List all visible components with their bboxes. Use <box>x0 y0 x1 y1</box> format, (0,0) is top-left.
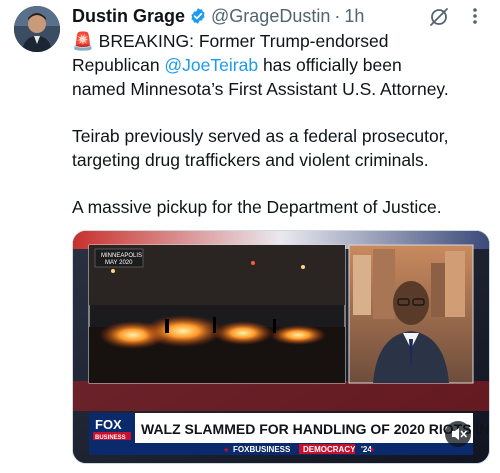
tweet-para-2-line-2: targeting drug traffickers and violent c… <box>72 150 429 170</box>
tweet-line-3: named Minnesota’s First Assistant U.S. A… <box>72 79 449 99</box>
timestamp[interactable]: 1h <box>344 6 364 27</box>
svg-text:★: ★ <box>223 446 229 454</box>
tweet-header: Dustin Grage @GrageDustin · 1h <box>72 4 480 28</box>
lower-third-headline: WALZ SLAMMED FOR HANDLING OF 2020 RIOTS … <box>141 421 489 437</box>
svg-text:★: ★ <box>369 446 375 454</box>
display-name[interactable]: Dustin Grage <box>72 6 185 27</box>
network-logo: FOX <box>95 417 122 432</box>
grok-icon[interactable] <box>428 6 450 28</box>
separator-dot: · <box>334 5 341 26</box>
tweet-para-2-line-1: Teirab previously served as a federal pr… <box>72 126 449 146</box>
location-tag-line-2: MAY 2020 <box>105 260 133 266</box>
video-frame: MINNEAPOLIS MAY 2020 FOX BUSINESS WALZ S… <box>73 231 489 463</box>
handle[interactable]: @GrageDustin <box>211 6 330 27</box>
network-sub: BUSINESS <box>95 435 126 441</box>
tweet-text: 🚨 BREAKING: Former Trump-endorsed Republ… <box>72 29 492 219</box>
tweet-line-1: 🚨 BREAKING: Former Trump-endorsed <box>72 29 492 53</box>
tweet-line-2-prefix: Republican <box>72 55 165 75</box>
ticker-tag: DEMOCRACY <box>303 445 356 454</box>
video-media[interactable]: MINNEAPOLIS MAY 2020 FOX BUSINESS WALZ S… <box>72 230 490 464</box>
more-icon[interactable] <box>465 4 485 28</box>
mention-link[interactable]: @JoeTeirab <box>164 55 258 75</box>
verified-badge-icon <box>191 8 205 24</box>
ticker-brand: FOXBUSINESS <box>233 445 291 454</box>
location-tag-line-1: MINNEAPOLIS <box>101 253 142 259</box>
tweet-para-3: A massive pickup for the Department of J… <box>72 197 442 217</box>
tweet-line-2-suffix: has officially been <box>258 55 402 75</box>
mute-icon[interactable] <box>445 421 471 447</box>
avatar[interactable] <box>14 6 60 52</box>
siren-emoji: 🚨 <box>72 31 94 51</box>
tweet-line-2: Republican @JoeTeirab has officially bee… <box>72 53 492 77</box>
tweet-line-1-text: BREAKING: Former Trump-endorsed <box>98 31 389 51</box>
